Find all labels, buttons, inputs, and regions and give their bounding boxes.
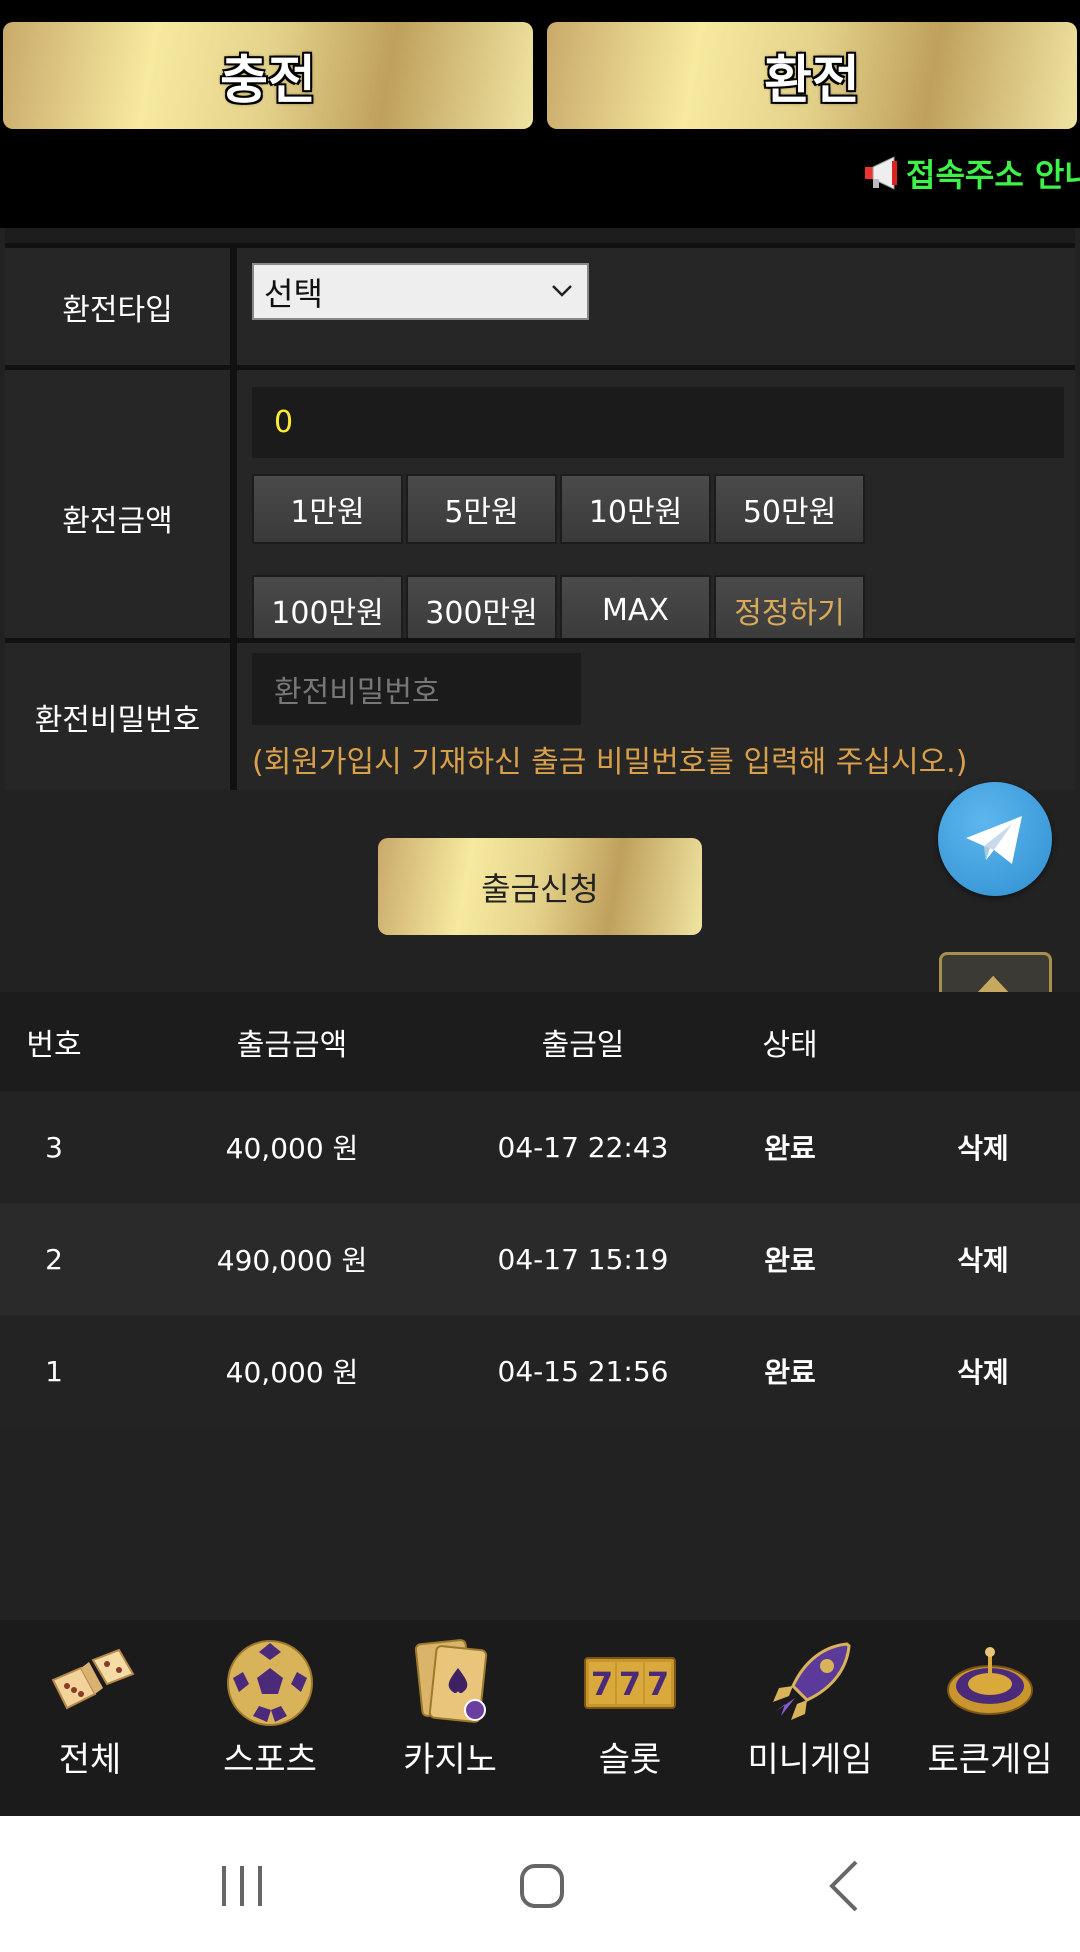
password-row: 환전비밀번호 환전비밀번호 (회원가입시 기재하신 출금 비밀번호를 입력해 주…: [5, 643, 1075, 790]
password-input[interactable]: 환전비밀번호: [252, 653, 581, 725]
password-note: (회원가입시 기재하신 출금 비밀번호를 입력해 주십시오.): [252, 745, 968, 780]
row-amount: 490,000 원: [216, 1244, 368, 1277]
back-icon[interactable]: [816, 1856, 876, 1916]
row-status: 완료: [764, 1244, 816, 1277]
row-status: 완료: [764, 1132, 816, 1165]
amount-500k-button[interactable]: 50만원: [714, 474, 865, 544]
row-date: 04-17 15:19: [497, 1242, 669, 1276]
nav-sports[interactable]: 스포츠: [180, 1620, 360, 1816]
svg-text:7: 7: [647, 1665, 669, 1703]
nav-label: 슬롯: [598, 1740, 662, 1780]
header-status: 상태: [762, 1027, 818, 1063]
amount-1m-button[interactable]: 100만원: [252, 575, 403, 645]
system-nav-bar: [0, 1816, 1080, 1952]
telegram-icon: [966, 816, 1022, 864]
table-row: 1 40,000 원 04-15 21:56 완료 삭제: [0, 1315, 1080, 1427]
nav-label: 카지노: [403, 1740, 497, 1780]
withdraw-request-button[interactable]: 출금신청: [378, 838, 702, 935]
nav-all[interactable]: 전체: [0, 1620, 180, 1816]
delete-button[interactable]: 삭제: [930, 1315, 1036, 1427]
row-no: 2: [45, 1242, 63, 1276]
dice-icon: [51, 1648, 135, 1710]
type-label: 환전타입: [5, 248, 230, 365]
amount-row: 환전금액 0 1만원 5만원 10만원 50만원 100만원 300만원 MAX…: [5, 370, 1075, 665]
slot-777-icon: 7 7 7: [584, 1657, 676, 1709]
nav-casino[interactable]: 카지노: [360, 1620, 540, 1816]
amount-100k-button[interactable]: 10만원: [560, 474, 711, 544]
charge-button[interactable]: 충전: [3, 22, 533, 129]
table-row: 2 490,000 원 04-17 15:19 완료 삭제: [0, 1203, 1080, 1315]
table-header: 번호 출금금액 출금일 상태: [0, 992, 1080, 1091]
amount-50k-button[interactable]: 5만원: [406, 474, 557, 544]
amount-label: 환전금액: [5, 370, 230, 665]
nav-minigame[interactable]: 미니게임: [720, 1620, 900, 1816]
row-date: 04-15 21:56: [497, 1354, 669, 1388]
svg-text:7: 7: [619, 1665, 641, 1703]
amount-3m-button[interactable]: 300만원: [406, 575, 557, 645]
exchange-type-select[interactable]: 선택: [252, 263, 589, 320]
nav-token-game[interactable]: 토큰게임: [900, 1620, 1080, 1816]
delete-button[interactable]: 삭제: [930, 1091, 1036, 1203]
row-amount: 40,000 원: [225, 1132, 359, 1165]
megaphone-icon: [865, 156, 897, 190]
bottom-nav: 전체 스포츠 카지노 7 7 7 슬롯 미니게임 토큰게임: [0, 1620, 1080, 1816]
select-value: 선택: [264, 274, 323, 313]
exchange-button[interactable]: 환전: [547, 22, 1077, 129]
password-label: 환전비밀번호: [5, 643, 230, 790]
notice-text: 접속주소 안내: [906, 156, 1080, 194]
playing-cards-icon: [414, 1639, 488, 1723]
type-row: 환전타입 선택: [5, 248, 1075, 365]
amount-10k-button[interactable]: 1만원: [252, 474, 403, 544]
amount-reset-button[interactable]: 정정하기: [714, 575, 865, 645]
amount-input[interactable]: 0: [252, 387, 1064, 458]
table-row: 3 40,000 원 04-17 22:43 완료 삭제: [0, 1091, 1080, 1203]
home-icon[interactable]: [512, 1856, 572, 1916]
svg-text:7: 7: [591, 1665, 613, 1703]
header-no: 번호: [26, 1027, 82, 1063]
delete-button[interactable]: 삭제: [930, 1203, 1036, 1315]
soccer-ball-icon: [227, 1640, 313, 1726]
roulette-icon: [947, 1647, 1033, 1715]
row-no: 3: [45, 1130, 63, 1164]
divider: [5, 228, 1075, 243]
recent-apps-icon[interactable]: [212, 1856, 272, 1916]
row-status: 완료: [764, 1356, 816, 1389]
nav-slot[interactable]: 7 7 7 슬롯: [540, 1620, 720, 1816]
nav-label: 전체: [58, 1740, 122, 1780]
row-date: 04-17 22:43: [497, 1130, 669, 1164]
amount-max-button[interactable]: MAX: [560, 575, 711, 645]
nav-label: 토큰게임: [927, 1740, 1053, 1780]
chevron-down-icon: [552, 285, 572, 297]
top-bar: 충전 환전 접속주소 안내: [0, 0, 1080, 228]
telegram-button[interactable]: [938, 782, 1052, 896]
row-amount: 40,000 원: [225, 1356, 359, 1389]
notice-marquee[interactable]: 접속주소 안내: [862, 150, 1080, 196]
rocket-icon: [773, 1642, 851, 1720]
header-date: 출금일: [541, 1027, 625, 1063]
row-no: 1: [45, 1354, 63, 1388]
header-amount: 출금금액: [236, 1027, 348, 1063]
nav-label: 미니게임: [747, 1740, 873, 1780]
nav-label: 스포츠: [223, 1740, 317, 1780]
